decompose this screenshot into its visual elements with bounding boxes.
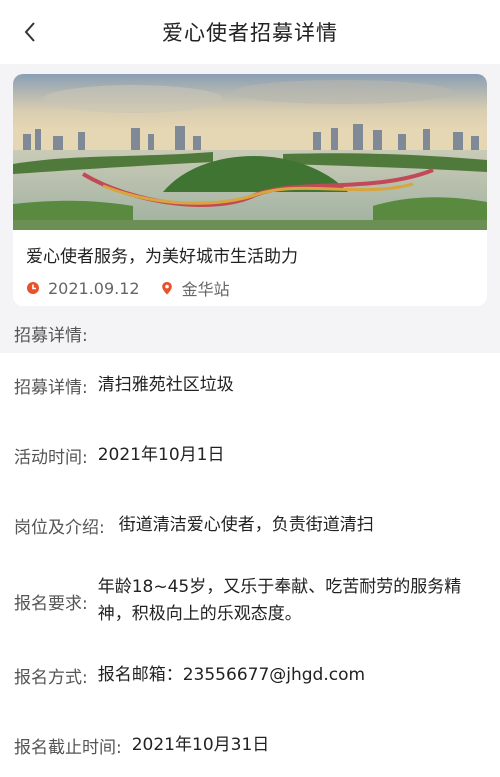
- detail-row-requirements: 报名要求: 年龄18~45岁，又乐于奉献、吃苦耐劳的服务精神，积极向上的乐观态度…: [0, 571, 500, 631]
- detail-row-deadline: 报名截止时间: 2021年10月31日: [0, 723, 500, 767]
- detail-row-signup-method: 报名方式: 报名邮箱：23556677@jhgd.com: [0, 653, 500, 697]
- clock-icon: [27, 282, 39, 294]
- detail-value: 2021年10月31日: [131, 734, 270, 755]
- detail-value: 年龄18~45岁，又乐于奉献、吃苦耐劳的服务精神，积极向上的乐观态度。: [97, 577, 462, 624]
- detail-label: 岗位及介绍:: [14, 517, 105, 538]
- card-title: 爱心使者服务，为美好城市生活助力: [26, 247, 298, 267]
- detail-row-task: 招募详情: 清扫雅苑社区垃圾: [0, 363, 500, 407]
- detail-value: 街道清洁爱心使者，负责街道清扫: [118, 514, 374, 535]
- detail-value: 2021年10月1日: [97, 444, 225, 465]
- detail-label: 报名截止时间:: [14, 737, 122, 758]
- event-date: 2021.09.12: [48, 278, 140, 298]
- location-pin-icon: [161, 282, 172, 295]
- detail-row-time: 活动时间: 2021年10月1日: [0, 433, 500, 477]
- recruitment-card[interactable]: 爱心使者服务，为美好城市生活助力 2021.09.12 金华站: [13, 74, 487, 306]
- section-heading: 招募详情:: [14, 326, 88, 346]
- back-button[interactable]: [18, 20, 42, 44]
- detail-row-position: 岗位及介绍: 街道清洁爱心使者，负责街道清扫: [0, 503, 500, 547]
- chevron-left-icon: [24, 22, 35, 42]
- top-bar: 爱心使者招募详情: [0, 0, 500, 64]
- banner-image: [13, 74, 487, 230]
- detail-label: 招募详情:: [14, 377, 88, 398]
- details-panel: 招募详情: 清扫雅苑社区垃圾 活动时间: 2021年10月1日 岗位及介绍: 街…: [0, 353, 500, 777]
- event-location: 金华站: [181, 280, 230, 299]
- detail-label: 报名方式:: [14, 667, 88, 688]
- detail-value: 清扫雅苑社区垃圾: [97, 374, 234, 395]
- detail-value: 报名邮箱：23556677@jhgd.com: [97, 664, 366, 685]
- card-meta: 2021.09.12 金华站: [13, 268, 487, 300]
- detail-label: 报名要求:: [14, 593, 88, 614]
- detail-label: 活动时间:: [14, 447, 88, 468]
- page-title: 爱心使者招募详情: [162, 21, 338, 45]
